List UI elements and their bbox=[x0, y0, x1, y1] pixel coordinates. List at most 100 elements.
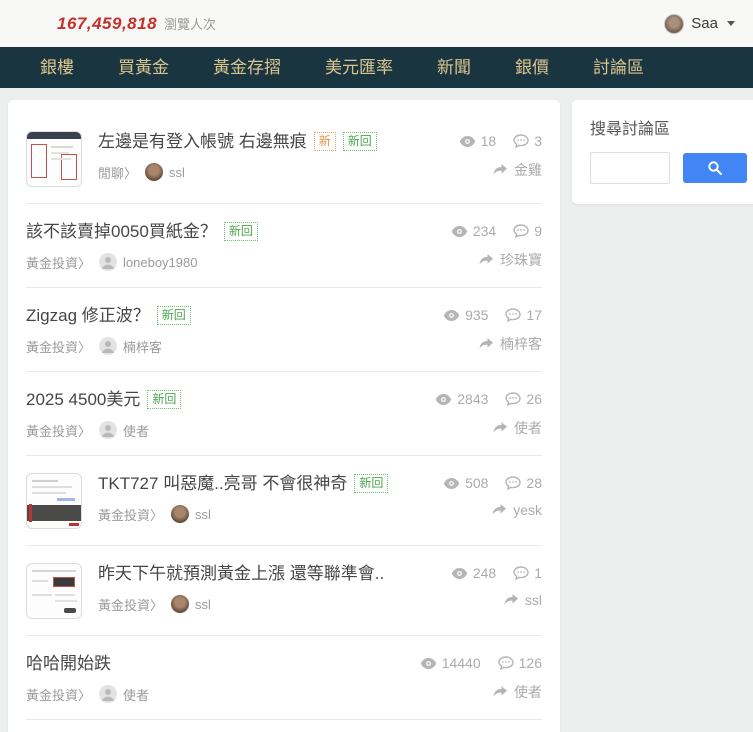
last-reply-user: ssl bbox=[524, 592, 542, 608]
search-panel: 搜尋討論區 bbox=[572, 100, 753, 204]
thread-title[interactable]: 哈哈開始跌 bbox=[26, 654, 111, 673]
share-arrow-icon bbox=[503, 593, 519, 607]
thread-author[interactable]: 使者 bbox=[123, 421, 149, 440]
last-reply-user: 使者 bbox=[514, 684, 542, 700]
comments-count: 126 bbox=[518, 655, 542, 671]
thread-author[interactable]: ssl bbox=[195, 597, 211, 612]
views-icon bbox=[420, 657, 437, 670]
comments-icon bbox=[505, 392, 522, 406]
badge-new-reply: 新回 bbox=[147, 390, 182, 409]
search-button[interactable] bbox=[683, 153, 747, 183]
comments-count: 26 bbox=[526, 391, 542, 407]
thread-title[interactable]: TKT727 叫惡魔..亮哥 不會很神奇 bbox=[98, 474, 347, 493]
thread-author[interactable]: 楠梓客 bbox=[123, 337, 162, 356]
share-arrow-icon bbox=[491, 503, 507, 517]
badge-new-reply: 新回 bbox=[342, 132, 377, 151]
comments-count: 9 bbox=[534, 223, 542, 239]
thread-author[interactable]: ssl bbox=[169, 165, 185, 180]
comments-icon bbox=[513, 224, 529, 238]
thread-title[interactable]: 2025 4500美元 bbox=[26, 390, 140, 409]
views-count: 14440 bbox=[441, 655, 481, 671]
last-reply-user: 楠梓客 bbox=[500, 336, 542, 352]
thread-author[interactable]: loneboy1980 bbox=[123, 255, 197, 270]
search-input[interactable] bbox=[590, 152, 670, 184]
badge-new-reply: 新回 bbox=[156, 306, 191, 325]
main-nav: 銀樓 買黃金 黃金存摺 美元匯率 新聞 銀價 討論區 bbox=[0, 47, 753, 88]
views-count: 508 bbox=[465, 475, 489, 491]
user-avatar bbox=[664, 13, 685, 34]
nav-item-silver-shop[interactable]: 銀樓 bbox=[18, 47, 96, 88]
nav-item-usd-rate[interactable]: 美元匯率 bbox=[303, 47, 415, 88]
author-avatar bbox=[99, 685, 118, 703]
author-avatar bbox=[171, 595, 190, 613]
views-count: 234 bbox=[472, 223, 497, 239]
thread-title[interactable]: 左邊是有登入帳號 右邊無痕 bbox=[98, 132, 307, 151]
thread-category-link[interactable]: 黃金投資〉 bbox=[26, 421, 91, 440]
user-menu[interactable]: Saa bbox=[664, 13, 735, 34]
comments-icon bbox=[497, 656, 514, 670]
nav-item-forum[interactable]: 討論區 bbox=[571, 47, 666, 88]
author-avatar bbox=[99, 253, 118, 271]
author-avatar bbox=[171, 505, 190, 523]
last-reply-user: 珍珠寶 bbox=[500, 252, 542, 268]
badge-new-reply: 新回 bbox=[354, 474, 389, 493]
last-reply-user: yesk bbox=[513, 502, 542, 518]
last-reply-user: 金雞 bbox=[514, 162, 542, 178]
views-icon bbox=[459, 135, 476, 148]
nav-item-gold-passbook[interactable]: 黃金存摺 bbox=[191, 47, 303, 88]
last-reply-link[interactable]: 珍珠寶 bbox=[478, 250, 542, 270]
views-icon bbox=[443, 309, 460, 322]
table-row: TKT727 叫惡魔..亮哥 不會很神奇 新回 黃金投資〉 ssl 508 28 … bbox=[26, 456, 542, 546]
last-reply-link[interactable]: 楠梓客 bbox=[478, 334, 542, 354]
table-row: 該不該賣掉0050買紙金？ 新回 黃金投資〉 loneboy1980 234 9 … bbox=[26, 204, 542, 288]
share-arrow-icon bbox=[492, 685, 508, 699]
thread-title[interactable]: Zigzag 修正波？ bbox=[26, 306, 150, 325]
thread-category-link[interactable]: 黃金投資〉 bbox=[26, 685, 91, 704]
author-avatar bbox=[145, 163, 164, 181]
thread-title[interactable]: 該不該賣掉0050買紙金？ bbox=[26, 222, 217, 241]
thread-thumbnail[interactable] bbox=[26, 131, 82, 187]
site-view-count: 167,459,818 bbox=[57, 13, 158, 33]
last-reply-link[interactable]: ssl bbox=[503, 592, 542, 608]
comments-icon bbox=[505, 308, 522, 322]
thread-category-link[interactable]: 黃金投資〉 bbox=[98, 595, 163, 614]
thread-author[interactable]: 使者 bbox=[123, 685, 149, 704]
thread-category-link[interactable]: 閒聊〉 bbox=[98, 163, 137, 182]
views-icon bbox=[443, 477, 460, 490]
table-row: 左邊是有登入帳號 右邊無痕新新回 閒聊〉 ssl 18 3 金雞 bbox=[26, 114, 542, 204]
last-reply-link[interactable]: 金雞 bbox=[492, 160, 542, 180]
thread-category-link[interactable]: 黃金投資〉 bbox=[98, 505, 163, 524]
views-icon bbox=[451, 567, 468, 580]
table-row: 哈哈開始跌 黃金投資〉 使者 14440 126 使者 bbox=[26, 636, 542, 720]
thread-list: 左邊是有登入帳號 右邊無痕新新回 閒聊〉 ssl 18 3 金雞 該不該賣掉00… bbox=[8, 100, 560, 732]
thread-author[interactable]: ssl bbox=[195, 507, 211, 522]
comments-count: 28 bbox=[526, 475, 542, 491]
thread-thumbnail[interactable] bbox=[26, 473, 82, 529]
table-row: Zigzag 修正波？ 新回 黃金投資〉 楠梓客 935 17 楠梓客 bbox=[26, 288, 542, 372]
comments-count: 3 bbox=[534, 133, 542, 149]
table-row: 2025 4500美元 新回 黃金投資〉 使者 2843 26 使者 bbox=[26, 372, 542, 456]
chevron-down-icon bbox=[727, 21, 735, 26]
thread-thumbnail[interactable] bbox=[26, 563, 82, 619]
last-reply-link[interactable]: 使者 bbox=[492, 418, 542, 438]
comments-count: 1 bbox=[534, 565, 542, 581]
top-bar: 167,459,818 瀏覽人次 Saa bbox=[0, 0, 753, 47]
comments-icon bbox=[513, 566, 529, 580]
nav-item-silver-price[interactable]: 銀價 bbox=[493, 47, 571, 88]
views-count: 248 bbox=[472, 565, 497, 581]
badge-new: 新 bbox=[313, 132, 336, 151]
comments-icon bbox=[513, 134, 529, 148]
share-arrow-icon bbox=[492, 163, 508, 177]
last-reply-user: 使者 bbox=[514, 420, 542, 436]
thread-category-link[interactable]: 黃金投資〉 bbox=[26, 253, 91, 272]
thread-title[interactable]: 昨天下午就預測黃金上漲 還等聯準會.. bbox=[98, 564, 384, 583]
views-count: 18 bbox=[480, 133, 497, 149]
nav-item-news[interactable]: 新聞 bbox=[415, 47, 493, 88]
author-avatar bbox=[99, 421, 118, 439]
last-reply-link[interactable]: 使者 bbox=[492, 682, 542, 702]
share-arrow-icon bbox=[492, 421, 508, 435]
last-reply-link[interactable]: yesk bbox=[491, 502, 542, 518]
thread-category-link[interactable]: 黃金投資〉 bbox=[26, 337, 91, 356]
nav-item-buy-gold[interactable]: 買黃金 bbox=[96, 47, 191, 88]
share-arrow-icon bbox=[478, 253, 494, 267]
